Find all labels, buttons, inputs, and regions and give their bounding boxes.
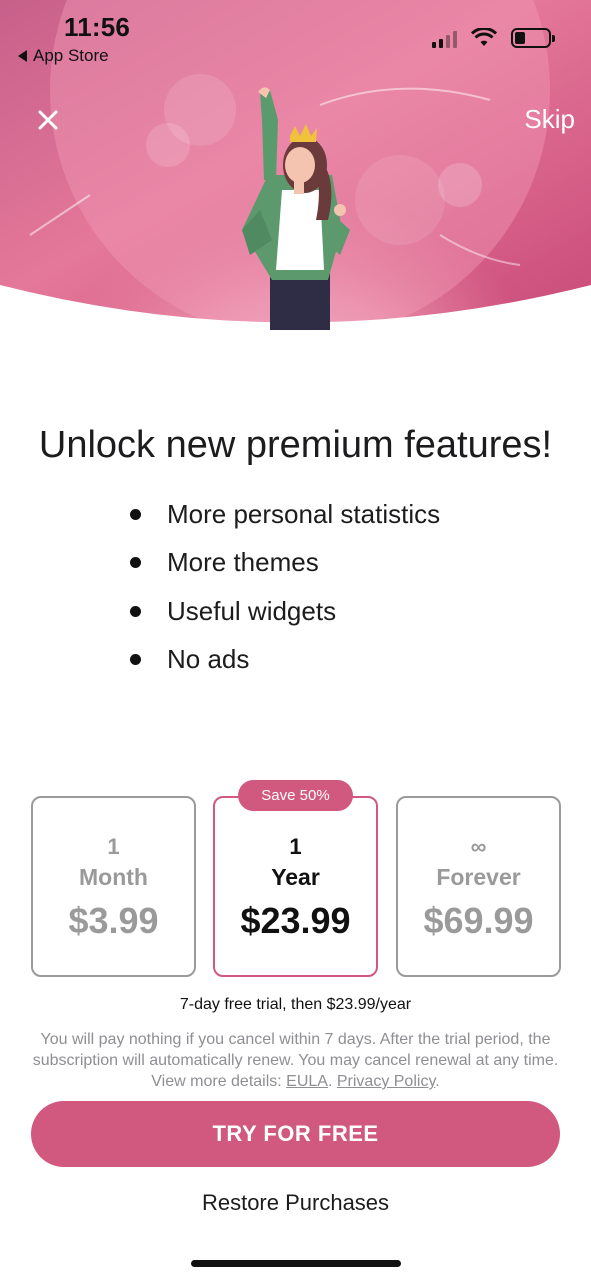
plan-price: $69.99 [423, 900, 534, 941]
list-item: More personal statistics [130, 490, 440, 539]
plan-count: ∞ [470, 834, 487, 859]
list-item: No ads [130, 636, 440, 685]
plan-period: Month [79, 864, 148, 890]
status-icons [432, 28, 555, 48]
home-indicator [191, 1260, 401, 1267]
plan-card-forever[interactable]: ∞ Forever $69.99 [396, 796, 561, 977]
list-item: More themes [130, 539, 440, 588]
plan-count: 1 [107, 834, 120, 859]
feature-label: More personal statistics [167, 498, 441, 529]
legal-text: You will pay nothing if you cancel withi… [30, 1029, 561, 1092]
close-icon[interactable] [32, 104, 64, 136]
eula-link[interactable]: EULA [286, 1073, 328, 1090]
hero-banner: 11:56 App Store Skip [0, 0, 591, 330]
back-to-app-store[interactable]: App Store [18, 46, 109, 66]
wifi-icon [471, 28, 497, 46]
queen-illustration [242, 87, 350, 330]
plan-card-month[interactable]: 1 Month $3.99 [31, 796, 196, 977]
privacy-policy-link[interactable]: Privacy Policy [337, 1073, 435, 1090]
back-triangle-icon [18, 50, 27, 62]
plan-count: 1 [289, 834, 302, 859]
list-item: Useful widgets [130, 587, 440, 636]
bullet-icon [130, 508, 141, 520]
battery-icon [511, 28, 555, 48]
page-title: Unlock new premium features! [38, 424, 553, 466]
feature-label: Useful widgets [167, 595, 337, 626]
restore-purchases-button[interactable]: Restore Purchases [0, 1190, 591, 1216]
skip-button[interactable]: Skip [524, 104, 575, 135]
plan-price: $3.99 [68, 900, 159, 941]
cellular-signal-icon [432, 30, 457, 48]
plan-card-year[interactable]: 1 Year $23.99 [213, 796, 378, 977]
save-badge: Save 50% [238, 780, 353, 811]
try-for-free-button[interactable]: TRY FOR FREE [31, 1101, 560, 1167]
plan-period: Year [271, 864, 320, 890]
back-app-label: App Store [33, 46, 109, 65]
feature-list: More personal statistics More themes Use… [130, 490, 440, 684]
trial-info: 7-day free trial, then $23.99/year [179, 996, 412, 1013]
bullet-icon [130, 557, 141, 569]
feature-label: More themes [167, 547, 319, 578]
legal-separator: . [327, 1073, 337, 1090]
bullet-icon [130, 605, 141, 617]
legal-end: . [435, 1073, 440, 1090]
feature-label: No ads [167, 644, 250, 675]
plan-period: Forever [436, 864, 521, 890]
status-time: 11:56 [64, 12, 131, 42]
bullet-icon [130, 654, 141, 666]
plan-price: $23.99 [240, 900, 351, 941]
